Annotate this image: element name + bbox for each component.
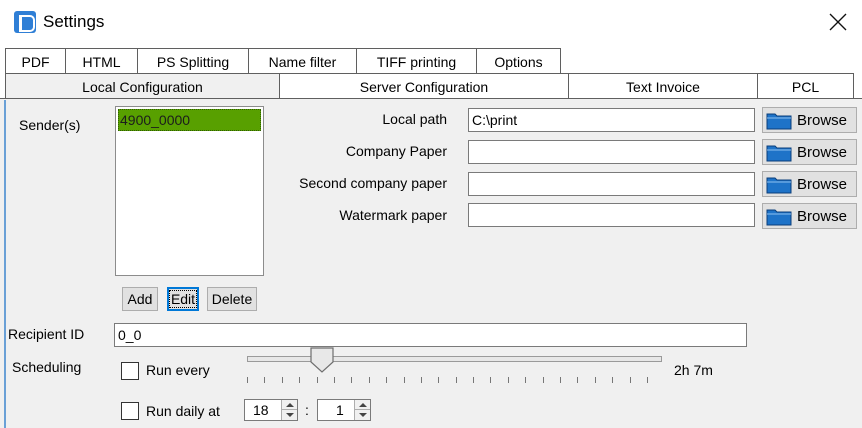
hour-increment-button[interactable] xyxy=(282,400,297,410)
slider-tick xyxy=(333,377,335,383)
tab-local-configuration[interactable]: Local Configuration xyxy=(5,73,280,99)
window-title: Settings xyxy=(43,12,105,31)
app-logo-icon xyxy=(14,11,36,33)
hour-decrement-button[interactable] xyxy=(282,410,297,420)
browse-label: Browse xyxy=(797,111,848,129)
folder-icon xyxy=(766,113,792,130)
senders-listbox[interactable]: 4900_0000 xyxy=(115,106,264,276)
recipient-id-label: Recipient ID xyxy=(8,326,85,342)
tab-pdf[interactable]: PDF xyxy=(5,48,66,74)
add-button[interactable]: Add xyxy=(122,287,158,311)
browse-second-company-paper-button[interactable]: Browse xyxy=(762,171,857,197)
slider-tick xyxy=(316,377,318,383)
tab-row-bottom: Local Configuration Server Configuration… xyxy=(0,73,862,99)
run-daily-label: Run daily at xyxy=(146,403,220,419)
folder-icon xyxy=(766,177,792,194)
slider-tick xyxy=(438,377,440,383)
folder-icon xyxy=(766,209,792,226)
interval-value: 2h 7m xyxy=(674,362,713,378)
slider-tick xyxy=(542,377,544,383)
slider-tick xyxy=(560,377,562,383)
tab-row-top: PDF HTML PS Splitting Name filter TIFF p… xyxy=(0,48,862,74)
browse-label: Browse xyxy=(797,175,848,193)
chevron-up-icon xyxy=(285,402,294,407)
minute-value: 1 xyxy=(336,402,344,418)
tab-server-configuration[interactable]: Server Configuration xyxy=(279,73,569,99)
interval-slider-thumb[interactable] xyxy=(310,347,334,373)
hour-spinner-buttons xyxy=(281,400,297,420)
chevron-up-icon xyxy=(358,402,367,407)
slider-tick xyxy=(612,377,614,383)
watermark-paper-input[interactable] xyxy=(468,203,755,227)
slider-tick xyxy=(647,377,648,383)
slider-tick xyxy=(525,377,527,383)
watermark-paper-label: Watermark paper xyxy=(339,207,447,223)
tab-tiff-printing[interactable]: TIFF printing xyxy=(356,48,477,74)
browse-label: Browse xyxy=(797,207,848,225)
run-every-label: Run every xyxy=(146,362,210,378)
hour-spinner[interactable]: 18 xyxy=(244,399,298,421)
scheduling-label: Scheduling xyxy=(12,359,82,375)
title-bar: Settings xyxy=(0,0,862,44)
minute-decrement-button[interactable] xyxy=(355,410,370,420)
slider-tick xyxy=(247,377,248,383)
tab-text-invoice[interactable]: Text Invoice xyxy=(568,73,758,99)
minute-spinner-buttons xyxy=(354,400,370,420)
slider-tick xyxy=(594,377,596,383)
browse-watermark-paper-button[interactable]: Browse xyxy=(762,203,857,229)
company-paper-input[interactable] xyxy=(468,140,755,164)
hour-value: 18 xyxy=(253,402,269,418)
time-separator: : xyxy=(305,402,309,418)
tab-options[interactable]: Options xyxy=(476,48,561,74)
close-icon xyxy=(829,13,847,31)
local-path-label: Local path xyxy=(382,111,447,127)
folder-icon xyxy=(766,145,792,162)
tab-ps-splitting[interactable]: PS Splitting xyxy=(137,48,249,74)
browse-local-path-button[interactable]: Browse xyxy=(762,107,857,133)
edit-button-label: Edit xyxy=(168,290,198,308)
interval-slider-ticks xyxy=(247,377,662,383)
panel-edge xyxy=(4,100,6,428)
slider-tick xyxy=(490,377,492,383)
slider-tick xyxy=(455,377,457,383)
company-paper-label: Company Paper xyxy=(345,143,447,159)
slider-tick xyxy=(299,377,301,383)
minute-spinner[interactable]: 1 xyxy=(317,399,371,421)
list-item[interactable]: 4900_0000 xyxy=(118,109,261,131)
edit-button[interactable]: Edit xyxy=(167,287,199,311)
slider-tick xyxy=(507,377,509,383)
minute-increment-button[interactable] xyxy=(355,400,370,410)
tab-html[interactable]: HTML xyxy=(65,48,138,74)
tab-pcl[interactable]: PCL xyxy=(757,73,854,99)
tab-name-filter[interactable]: Name filter xyxy=(248,48,357,74)
slider-tick xyxy=(281,377,283,383)
slider-tick xyxy=(577,377,579,383)
slider-tick xyxy=(351,377,353,383)
second-company-paper-label: Second company paper xyxy=(299,175,447,191)
delete-button[interactable]: Delete xyxy=(207,287,257,311)
close-button[interactable] xyxy=(818,6,858,38)
slider-tick xyxy=(420,377,422,383)
second-company-paper-input[interactable] xyxy=(468,172,755,196)
browse-label: Browse xyxy=(797,143,848,161)
senders-label: Sender(s) xyxy=(19,117,81,133)
slider-tick xyxy=(264,377,266,383)
slider-tick xyxy=(473,377,475,383)
chevron-down-icon xyxy=(358,413,367,417)
run-daily-checkbox[interactable] xyxy=(121,402,139,420)
recipient-id-input[interactable]: 0_0 xyxy=(114,323,747,347)
slider-tick xyxy=(403,377,405,383)
slider-tick xyxy=(368,377,370,383)
slider-tick xyxy=(629,377,631,383)
chevron-down-icon xyxy=(285,413,294,417)
slider-tick xyxy=(386,377,388,383)
run-every-checkbox[interactable] xyxy=(121,362,139,380)
local-path-input[interactable]: C:\print xyxy=(468,108,755,132)
browse-company-paper-button[interactable]: Browse xyxy=(762,139,857,165)
